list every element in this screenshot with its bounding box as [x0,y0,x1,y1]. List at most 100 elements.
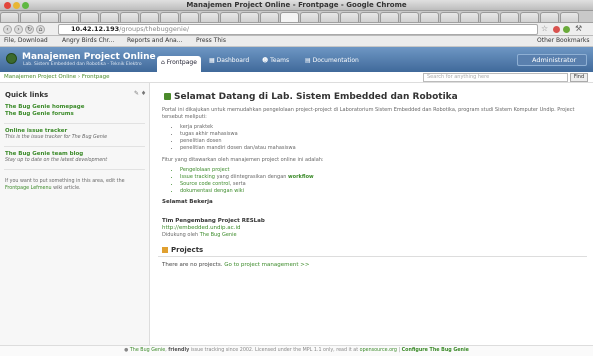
back-button[interactable]: ‹ [3,25,12,34]
browser-tab[interactable] [440,12,459,22]
list-item: kerja praktek [180,124,587,131]
browser-tab[interactable] [200,12,219,22]
browser-tab[interactable] [0,12,19,22]
bug-genie-logo-icon[interactable] [6,53,17,64]
browser-tab[interactable] [460,12,479,22]
address-bar: ‹ › ↻ ⌂ 10.42.12.193/groups/thebuggenie/… [0,23,593,36]
browser-tab[interactable] [180,12,199,22]
list-item: penelitian dosen [180,138,587,145]
footer-friendly: friendly [168,348,190,353]
bookmark-press-this[interactable]: Press This [196,36,226,46]
browser-tab[interactable] [420,12,439,22]
browser-tab[interactable] [160,12,179,22]
powered-by-link[interactable]: The Bug Genie [200,232,237,238]
tab-frontpage[interactable]: ⌂ Frontpage [157,56,201,72]
extension-icon-2[interactable] [563,26,570,33]
tab-documentation-label: Documentation [312,57,359,64]
browser-tab[interactable] [40,12,59,22]
browser-tab[interactable] [240,12,259,22]
browser-tab[interactable] [320,12,339,22]
browser-tab[interactable] [120,12,139,22]
footer-configure-link[interactable]: Configure The Bug Genie [402,348,469,353]
sidebar-note: If you want to put something in this are… [5,179,145,192]
browser-tab[interactable] [480,12,499,22]
browser-tab[interactable] [60,12,79,22]
forward-button[interactable]: › [14,25,23,34]
quick-links-sidebar: Quick links ✎ ♦ The Bug Genie homepage T… [0,83,150,345]
bookmark-star-icon[interactable]: ☆ [541,24,548,33]
list-item: tugas akhir mahasiswa [180,131,587,138]
feature-wiki-link[interactable]: dokumentasi dengan wiki [180,188,244,194]
browser-tab[interactable] [280,12,299,22]
browser-tab[interactable] [360,12,379,22]
feature-project-management-link[interactable]: Pengelolaan project [180,167,229,173]
feature-workflow-link[interactable]: workflow [288,174,314,180]
browser-tab[interactable] [560,12,579,22]
extension-icon[interactable] [553,26,560,33]
page-title: Selamat Datang di Lab. Sistem Embedded d… [164,92,587,102]
feature-item[interactable]: Pengelolaan project [180,167,587,174]
browser-tab[interactable] [500,12,519,22]
bookmark-angry-birds[interactable]: Angry Birds Chr... [62,36,114,46]
tab-documentation[interactable]: ▤ Documentation [301,54,363,69]
tab-teams[interactable]: ☻ Teams [258,54,293,69]
search-input[interactable]: Search for anything here [423,73,568,82]
dashboard-icon: ▦ [209,57,217,64]
browser-tab[interactable] [20,12,39,22]
features-intro: Fitur yang ditawarkan oleh manajemen pro… [162,157,324,163]
tracker-description: This is the issue tracker for The Bug Ge… [5,135,108,140]
browser-tab[interactable] [80,12,99,22]
list-item: penelitian mandiri dosen dan/atau mahasi… [180,145,587,152]
window-title: Manajemen Project Online - Frontpage - G… [186,1,407,9]
projects-title: Projects [171,246,204,254]
closing-text: Selamat Bekerja [162,199,213,205]
link-online-issue-tracker[interactable]: Online issue tracker [5,128,145,134]
sidebar-edit-icon[interactable]: ✎ ♦ [134,90,146,97]
breadcrumb-bar: Manajemen Project Online › Frontpage Sea… [0,72,593,83]
bookmark-other[interactable]: Other Bookmarks [537,36,589,46]
feature-item[interactable]: dokumentasi dengan wiki [180,188,587,195]
find-button[interactable]: Find [570,73,588,82]
wrench-icon[interactable]: ⚒ [575,24,582,33]
project-management-link[interactable]: Go to project management >> [224,262,309,268]
page-title-text: Selamat Datang di Lab. Sistem Embedded d… [174,92,458,102]
browser-tab[interactable] [300,12,319,22]
reload-button[interactable]: ↻ [25,25,34,34]
feature-item: Source code control, serta [180,181,587,188]
footer-logo-icon: ● [124,348,129,353]
site-subtitle: Lab. Sistem Embedded dan Robotika - Tekn… [23,62,142,67]
browser-tab[interactable] [380,12,399,22]
footer-bug-genie-link[interactable]: The Bug Genie [130,348,165,353]
bookmark-file-download[interactable]: File, Download [4,36,48,46]
tab-dashboard[interactable]: ▦ Dashboard [205,54,253,69]
home-button[interactable]: ⌂ [36,25,45,34]
admin-label: Administrator [532,56,577,64]
browser-tab[interactable] [100,12,119,22]
divider [4,169,145,170]
link-team-blog[interactable]: The Bug Genie team blog [5,151,145,157]
feature-issue-tracking-link[interactable]: Issue tracking [180,174,215,180]
bookmarks-bar: File, Download Angry Birds Chr... Report… [0,36,593,47]
breadcrumb[interactable]: Manajemen Project Online › Frontpage [4,74,110,80]
link-bug-genie-forums[interactable]: The Bug Genie forums [5,111,145,117]
browser-tab[interactable] [220,12,239,22]
admin-menu-button[interactable]: Administrator [517,54,587,66]
site-name[interactable]: Manajemen Project Online [22,52,156,62]
browser-tab[interactable] [340,12,359,22]
feature-text: yang diintegrasikan dengan [214,174,289,180]
team-name: Tim Pengembang Project RESLab [162,218,265,224]
no-projects-message: There are no projects. Go to project man… [158,262,587,268]
browser-tab[interactable] [400,12,419,22]
bookmark-reports[interactable]: Reports and Ana... [127,36,182,46]
feature-source-control-link[interactable]: Source code control [180,181,230,187]
link-bug-genie-homepage[interactable]: The Bug Genie homepage [5,104,145,110]
browser-tab[interactable] [520,12,539,22]
link-frontpage-leftmenu[interactable]: Frontpage Lefmenu [5,186,52,191]
browser-tab[interactable] [260,12,279,22]
browser-tab[interactable] [140,12,159,22]
divider [4,123,145,124]
browser-tab[interactable] [540,12,559,22]
team-url-link[interactable]: http://embedded.undip.ac.id [158,225,587,231]
footer-license-link[interactable]: opensource.org [360,348,397,353]
url-input[interactable]: 10.42.12.193/groups/thebuggenie/ [58,24,538,35]
